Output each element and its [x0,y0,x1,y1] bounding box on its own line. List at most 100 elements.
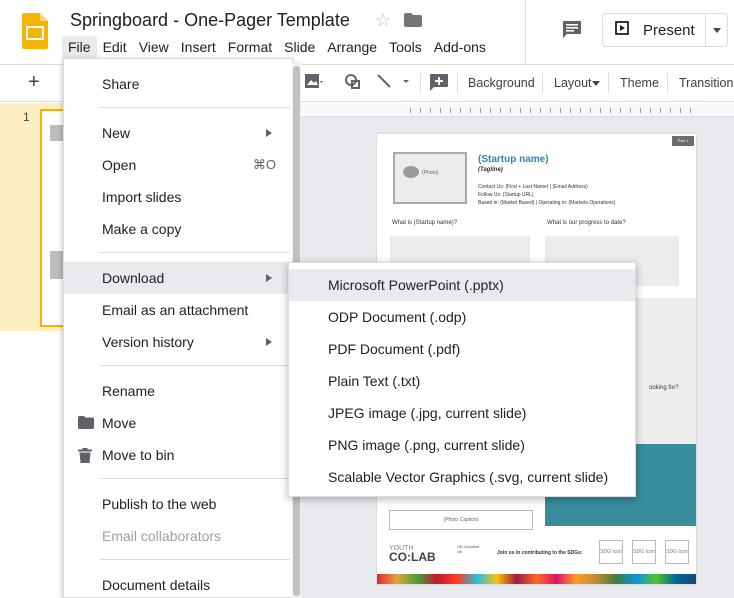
slide-number: 1 [23,110,30,124]
menu-item-label: Version history [102,334,194,350]
download-submenu: Microsoft PowerPoint (.pptx) ODP Documen… [288,262,636,497]
shortcut-hint: ⌘O [252,157,276,172]
submenu-item-label: PDF Document (.pdf) [328,341,461,357]
slide-contact-block[interactable]: Contact Us: (First + Last Name) | (Email… [478,183,615,207]
trash-icon [78,448,92,466]
menu-view[interactable]: View [133,36,175,58]
menu-item-new[interactable]: New [64,117,292,149]
line-icon[interactable] [377,74,413,95]
menu-item-label: Make a copy [102,221,182,237]
menu-item-open[interactable]: Open ⌘O [64,149,292,181]
theme-button[interactable]: Theme [620,76,659,90]
submenu-item-label: JPEG image (.jpg, current slide) [328,405,527,421]
slides-logo[interactable] [22,13,48,49]
menu-item-make-a-copy[interactable]: Make a copy [64,213,292,245]
download-svg[interactable]: Scalable Vector Graphics (.svg, current … [289,461,635,493]
transition-button[interactable]: Transition [679,76,733,90]
submenu-item-label: Plain Text (.txt) [328,373,421,389]
shape-icon[interactable] [345,74,365,95]
menu-item-label: Email collaborators [102,528,222,544]
horizontal-ruler[interactable] [294,103,734,117]
slide-question-2[interactable]: What is our progress to date? [547,220,626,226]
menu-tools[interactable]: Tools [383,36,428,58]
menu-separator [100,559,290,560]
slide-question-3[interactable]: ooking for? [649,385,679,391]
present-label: Present [643,21,695,39]
chevron-down-icon [712,27,721,33]
menu-slide[interactable]: Slide [278,36,321,58]
menu-item-import-slides[interactable]: Import slides [64,181,292,213]
photo-placeholder-icon [403,166,419,178]
slide-contact: Contact Us: (First + Last Name) | (Email… [478,184,588,190]
menu-arrange[interactable]: Arrange [321,36,383,58]
menu-item-move-to-bin[interactable]: Move to bin [64,439,292,471]
menu-separator [100,365,290,366]
menu-item-label: Share [102,76,140,92]
slide-startup-name[interactable]: (Startup name) [478,154,549,165]
download-jpg[interactable]: JPEG image (.jpg, current slide) [289,397,635,429]
menu-item-label: New [102,125,131,141]
colab-text: CO:LAB [389,550,436,564]
download-pdf[interactable]: PDF Document (.pdf) [289,333,635,365]
menu-item-label: Move to bin [102,447,175,463]
menu-insert[interactable]: Insert [175,36,222,58]
toolbar-separator [608,73,609,93]
new-slide-icon[interactable]: + [28,71,40,94]
present-button[interactable]: Present [602,13,728,47]
menu-item-share[interactable]: Share [64,68,292,100]
menu-item-version-history[interactable]: Version history [64,326,292,358]
menu-item-download[interactable]: Download [64,262,292,294]
background-button[interactable]: Background [468,76,535,90]
menu-item-move[interactable]: Move [64,407,292,439]
present-icon [615,20,629,40]
sdg-color-stripe [377,574,696,584]
layout-button[interactable]: Layout [554,76,592,90]
toolbar-separator [542,73,543,93]
thumbnail-image [50,125,64,141]
submenu-item-label: Microsoft PowerPoint (.pptx) [328,277,504,293]
submenu-item-label: ODP Document (.odp) [328,309,467,325]
submenu-item-label: PNG image (.png, current slide) [328,437,525,453]
menu-item-label: Email as an attachment [102,302,249,318]
menu-file[interactable]: File [62,36,97,58]
slide-photo-placeholder[interactable]: (Photo) [393,152,467,204]
slide-tagline[interactable]: (Tagline) [478,167,503,173]
menu-separator [100,252,290,253]
file-menu: Share New Open ⌘O Import slides Make a co… [63,58,293,598]
star-icon[interactable]: ☆ [375,10,391,31]
slide-based: Based in: (Market Based) | Operating in:… [478,200,616,206]
sdg-icon: SDG Icon [599,540,623,564]
menu-item-label: Rename [102,383,155,399]
folder-icon [78,416,94,432]
download-pptx[interactable]: Microsoft PowerPoint (.pptx) [289,269,635,301]
present-main[interactable]: Present [603,14,705,46]
header-divider [525,0,526,64]
slide-photo-caption[interactable]: (Photo Caption) [389,510,533,530]
image-icon[interactable] [305,74,323,95]
download-txt[interactable]: Plain Text (.txt) [289,365,635,397]
doc-title[interactable]: Springboard - One-Pager Template [70,10,350,31]
present-dropdown[interactable] [705,14,727,46]
menu-item-document-details[interactable]: Document details [64,569,292,598]
menu-item-publish-to-web[interactable]: Publish to the web [64,488,292,520]
add-comment-icon[interactable] [430,74,448,96]
menu-item-label: Open [102,157,137,173]
menubar: File Edit View Insert Format Slide Arran… [62,36,492,58]
menu-item-email-as-attachment[interactable]: Email as an attachment [64,294,292,326]
slide-question-1[interactable]: What is (Startup name)? [392,220,457,226]
menu-edit[interactable]: Edit [97,36,133,58]
chevron-down-icon [592,81,600,86]
comment-icon[interactable] [563,21,581,38]
submenu-arrow-icon [266,274,272,282]
menu-item-rename[interactable]: Rename [64,375,292,407]
menu-add-ons[interactable]: Add-ons [428,36,492,58]
download-odp[interactable]: ODP Document (.odp) [289,301,635,333]
toolbar-separator [420,73,421,93]
download-png[interactable]: PNG image (.png, current slide) [289,429,635,461]
menu-item-label: Download [102,270,165,286]
menu-separator [100,478,290,479]
sdg-icon: SDG Icon [665,540,689,564]
menu-format[interactable]: Format [222,36,278,58]
folder-icon[interactable] [404,13,422,27]
slide-follow: Follow Us: (Startup URL) [478,192,534,198]
